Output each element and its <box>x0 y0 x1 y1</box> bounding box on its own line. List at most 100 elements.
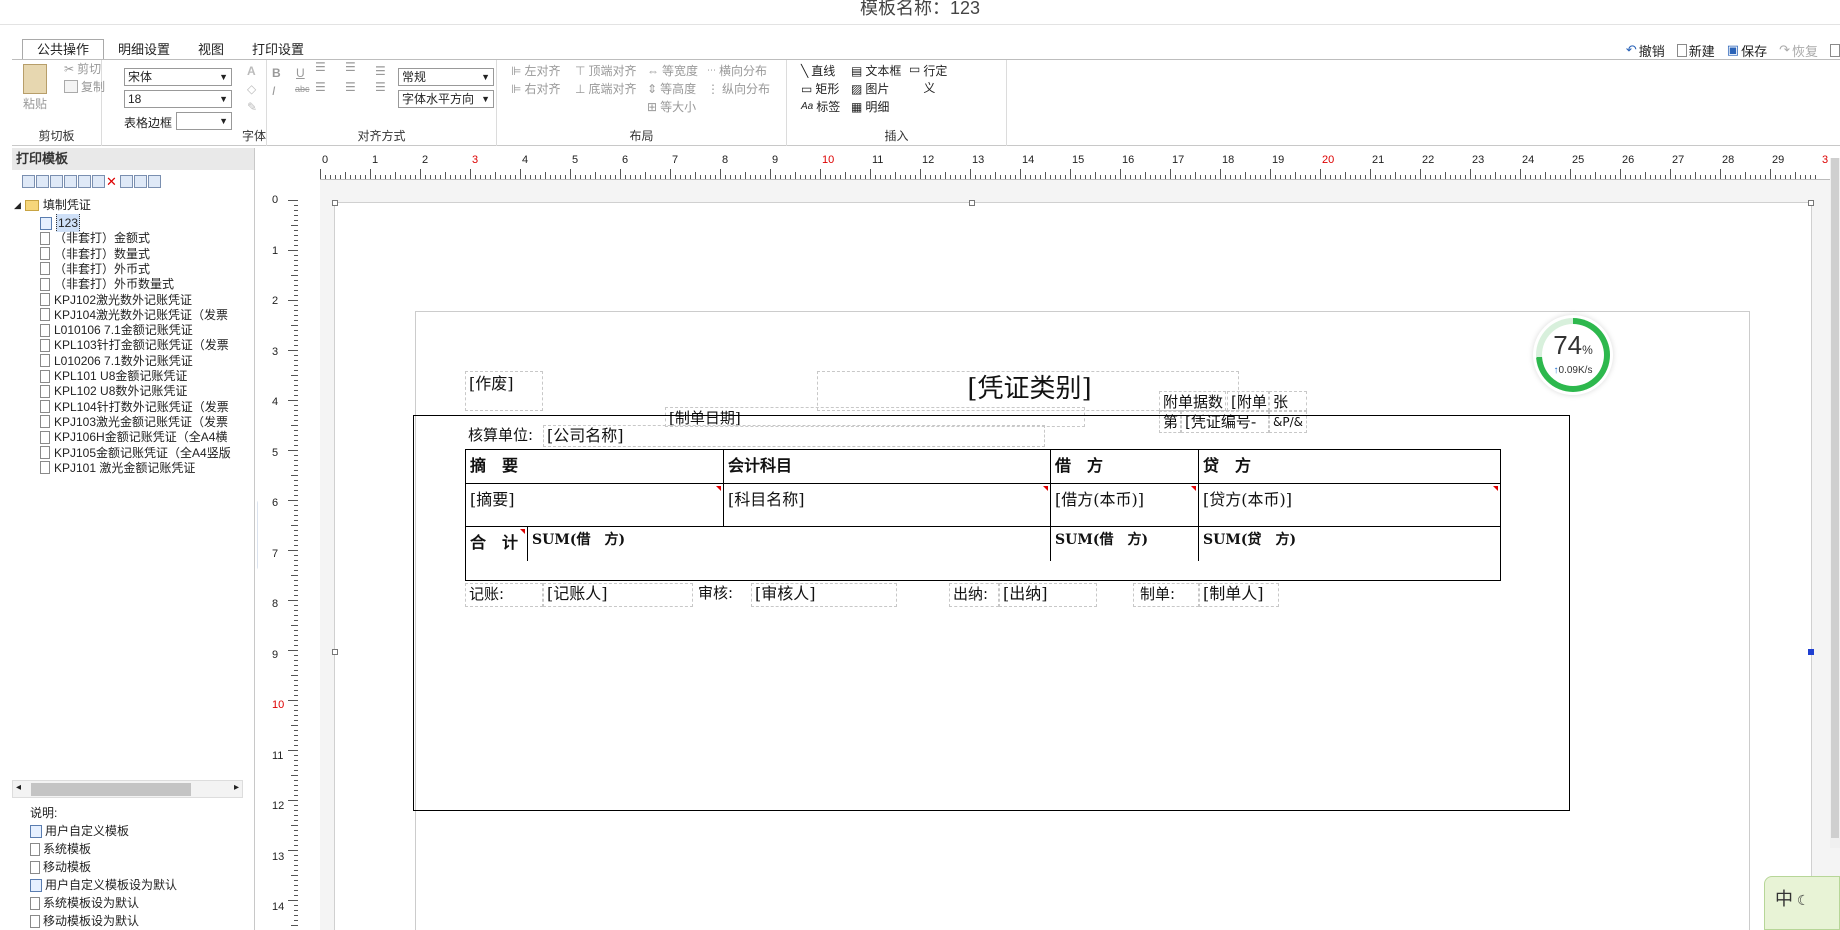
align-right-button[interactable]: ⊫ 右对齐 <box>511 80 560 97</box>
undo-button[interactable]: ↶ 撤销 <box>1626 41 1665 60</box>
align-bottom-button[interactable]: ⊥ 底端对齐 <box>575 80 636 97</box>
resize-handle[interactable] <box>969 200 975 206</box>
maker-label[interactable]: 制单: <box>1133 583 1199 607</box>
same-size-button[interactable]: ⊞ 等大小 <box>647 98 696 115</box>
total-sum[interactable]: SUM(借 方) <box>528 527 1051 561</box>
tree-root[interactable]: ◢ 填制凭证 <box>14 196 91 214</box>
insert-textbox-button[interactable]: ▤ 文本框 <box>851 62 901 79</box>
header-account[interactable]: 会计科目 <box>724 450 1051 484</box>
network-speed-widget[interactable]: 74% ↑0.09K/s <box>1533 315 1613 395</box>
cell-summary[interactable]: [摘要] <box>466 484 724 527</box>
new-button[interactable]: 新建 <box>1676 41 1715 60</box>
resize-handle[interactable] <box>332 649 338 655</box>
scroll-left-icon[interactable]: ◂ <box>16 782 21 793</box>
cut-button[interactable]: ✂ 剪切 <box>64 60 101 77</box>
cell-credit[interactable]: [贷方(本币)] <box>1199 484 1500 527</box>
same-height-button[interactable]: ⇕ 等高度 <box>647 80 696 97</box>
ruler-tick-label: 9 <box>272 648 279 661</box>
attachment-unit-label[interactable]: 张 <box>1269 391 1307 411</box>
redo-button[interactable]: ↷ 恢复 <box>1779 41 1818 60</box>
cell-debit[interactable]: [借方(本币)] <box>1051 484 1199 527</box>
add-template-icon[interactable] <box>64 174 77 188</box>
insert-label-button[interactable]: Aa 标签 <box>801 98 840 115</box>
ruler-tick <box>905 175 906 179</box>
align-left-icon[interactable]: ☰ <box>315 80 326 94</box>
voucher-table[interactable]: 摘 要 会计科目 借 方 贷 方 [摘要] [科目名称] [借方(本币)] [贷… <box>465 449 1501 581</box>
bookkeeper-field[interactable]: [记账人] <box>543 583 693 607</box>
tab-common[interactable]: 公共操作 <box>22 39 105 60</box>
delete-template-icon[interactable]: ✕ <box>106 175 119 188</box>
align-top-left-icon[interactable]: ☰ <box>315 60 326 74</box>
font-name-select[interactable]: 宋体 ▼ <box>124 68 232 86</box>
scroll-right-icon[interactable]: ▸ <box>234 782 239 793</box>
tab-detail-settings[interactable]: 明细设置 <box>104 40 184 60</box>
tree-item[interactable]: KPJ101 激光金额记账凭证 <box>40 459 255 477</box>
paper[interactable]: [作废] [凭证类别] [制单日期] 附单据数 [附单 张 第 [凭证编号- &… <box>332 200 1814 930</box>
void-field[interactable]: [作废] <box>465 371 543 411</box>
move-template-icon[interactable] <box>148 174 161 188</box>
paste-button[interactable]: 粘贴 <box>22 64 48 112</box>
total-debit[interactable]: SUM(借 方) <box>1051 527 1199 561</box>
copy-button[interactable]: 复制 <box>64 78 105 95</box>
same-width-button[interactable]: ⇔ 等宽度 <box>647 62 698 79</box>
ruler-tick <box>785 175 786 179</box>
insert-image-button[interactable]: ▨ 图片 <box>851 80 889 97</box>
canvas-vertical-scrollbar[interactable] <box>1830 158 1840 848</box>
maker-field[interactable]: [制单人] <box>1199 583 1279 607</box>
collapse-icon[interactable]: ◢ <box>14 196 21 214</box>
text-style-select[interactable]: 常规 ▼ <box>398 68 494 86</box>
insert-rect-button[interactable]: ▭ 矩形 <box>801 80 839 97</box>
cashier-label[interactable]: 出纳: <box>949 583 999 607</box>
attachment-label[interactable]: 附单据数 <box>1159 391 1226 411</box>
export-button[interactable] <box>1830 43 1840 57</box>
align-top-button[interactable]: ⊤ 顶端对齐 <box>575 62 636 79</box>
insert-detail-button[interactable]: ▦ 明细 <box>851 98 889 115</box>
horizontal-distribute-button[interactable]: ⋯ 横向分布 <box>707 62 767 79</box>
bookkeeper-label[interactable]: 记账: <box>465 583 543 607</box>
ruler-tick <box>294 580 298 581</box>
default-template-icon[interactable] <box>78 174 91 188</box>
insert-line-button[interactable]: ╲ 直线 <box>801 62 835 79</box>
tab-view[interactable]: 视图 <box>184 40 238 60</box>
header-debit[interactable]: 借 方 <box>1051 450 1199 484</box>
unit-label[interactable]: 核算单位: <box>465 425 545 445</box>
header-credit[interactable]: 贷 方 <box>1199 450 1500 484</box>
align-right-icon[interactable]: ☰ <box>375 80 386 94</box>
save-button[interactable]: ▣ 保存 <box>1727 41 1767 60</box>
rename-template-icon[interactable] <box>92 174 105 188</box>
align-top-center-icon[interactable]: ☰ <box>345 60 356 74</box>
reviewer-label[interactable]: 审核: <box>695 583 751 607</box>
save-template-icon[interactable] <box>36 174 49 188</box>
export-template-icon[interactable] <box>134 174 147 188</box>
font-color-icon[interactable]: A <box>247 64 256 78</box>
header-summary[interactable]: 摘 要 <box>466 450 724 484</box>
company-field[interactable]: [公司名称] <box>543 425 1045 447</box>
cashier-field[interactable]: [出纳] <box>999 583 1097 607</box>
edit-template-icon[interactable] <box>50 174 63 188</box>
pen-icon[interactable]: ✎ <box>247 100 257 114</box>
vertical-distribute-button[interactable]: ⋮ 纵向分布 <box>707 80 770 97</box>
fill-color-icon[interactable]: ◇ <box>247 82 256 96</box>
attachment-count-field[interactable]: [附单 <box>1227 391 1269 411</box>
ruler-tick <box>294 690 298 691</box>
align-left-button[interactable]: ⊫ 左对齐 <box>511 62 560 79</box>
scrollbar-thumb[interactable] <box>31 783 191 796</box>
total-label[interactable]: 合 计 <box>466 527 528 561</box>
total-credit[interactable]: SUM(贷 方) <box>1199 527 1500 561</box>
cell-account[interactable]: [科目名称] <box>724 484 1051 527</box>
ime-indicator[interactable]: 中 ☾ <box>1764 876 1840 930</box>
font-size-select[interactable]: 18 ▼ <box>124 90 232 108</box>
scrollbar-thumb[interactable] <box>1831 158 1839 838</box>
align-center-icon[interactable]: ☰ <box>345 80 356 94</box>
tab-print-settings[interactable]: 打印设置 <box>238 40 318 60</box>
reviewer-field[interactable]: [审核人] <box>751 583 897 607</box>
import-template-icon[interactable] <box>120 174 133 188</box>
row-definition-button[interactable]: ▭ 行定义 <box>909 62 953 96</box>
new-template-icon[interactable] <box>22 174 35 188</box>
resize-handle[interactable] <box>1808 200 1814 206</box>
resize-handle[interactable] <box>1808 649 1814 655</box>
resize-handle[interactable] <box>332 200 338 206</box>
horizontal-direction-select[interactable]: 字体水平方向 ▼ <box>398 90 494 108</box>
align-top-right-icon[interactable]: ☰ <box>375 64 386 78</box>
tree-horizontal-scrollbar[interactable]: ◂ ▸ <box>12 780 243 798</box>
